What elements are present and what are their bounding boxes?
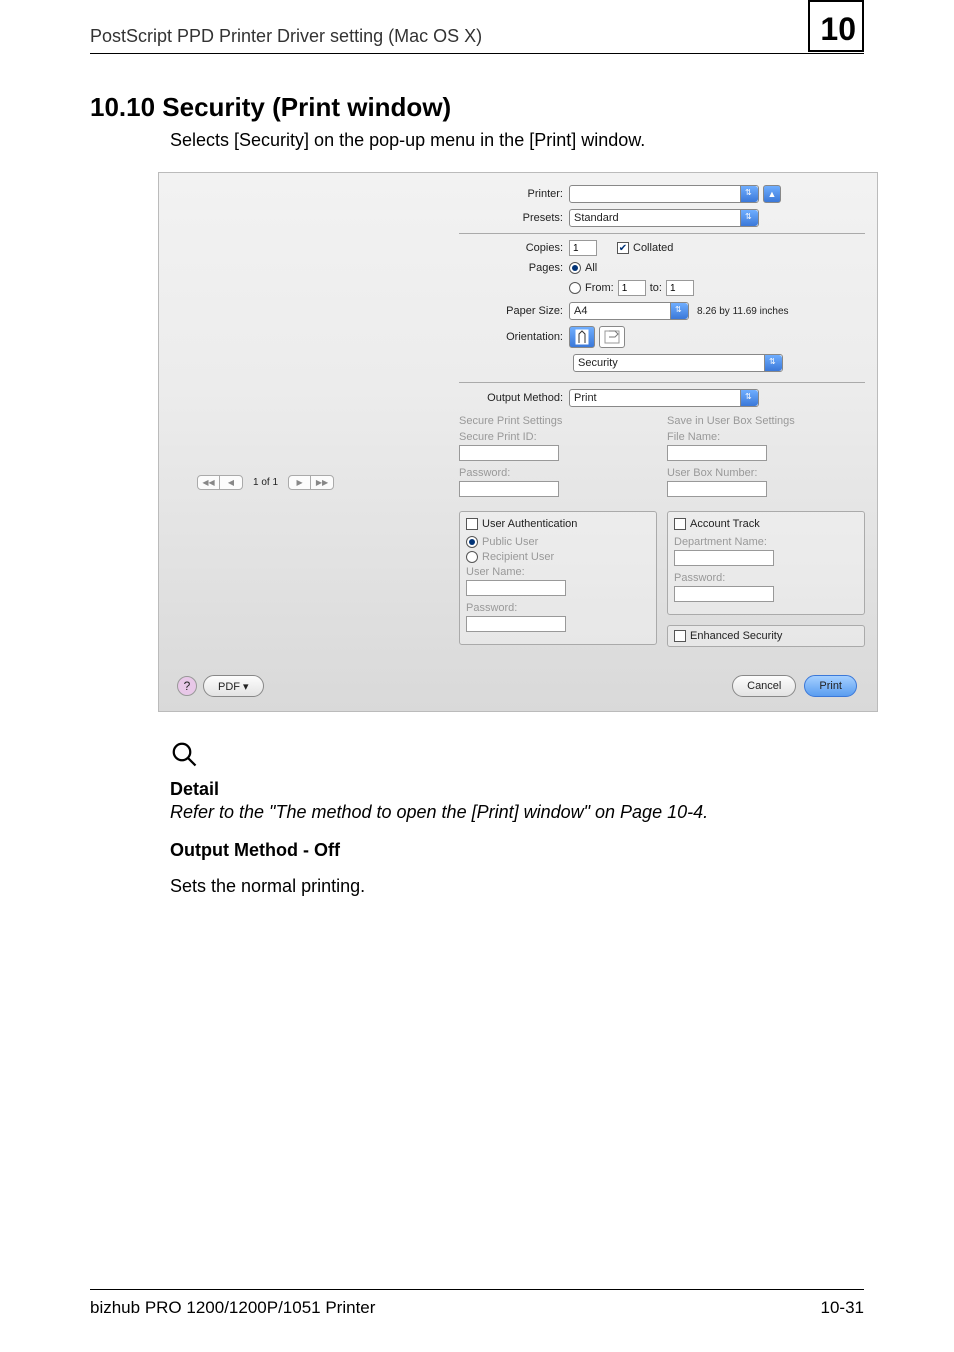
print-dialog-screenshot: ◀◀◀ 1 of 1 ▶▶▶ Printer: ▲ Presets: Stand… bbox=[158, 172, 878, 712]
account-track-panel: Account Track Department Name: Password: bbox=[667, 511, 865, 615]
user-name-input bbox=[466, 580, 566, 596]
footer-right: 10-31 bbox=[821, 1298, 864, 1318]
pdf-button[interactable]: PDF ▾ bbox=[203, 675, 264, 697]
output-method-value: Print bbox=[574, 392, 597, 404]
orientation-label: Orientation: bbox=[459, 331, 569, 343]
printer-select[interactable] bbox=[569, 185, 759, 203]
pages-label: Pages: bbox=[459, 262, 569, 274]
department-name-label: Department Name: bbox=[674, 536, 767, 548]
account-track-title: Account Track bbox=[690, 518, 760, 530]
copies-input[interactable] bbox=[569, 240, 597, 256]
papersize-label: Paper Size: bbox=[459, 305, 569, 317]
secure-password-label: Password: bbox=[459, 467, 510, 479]
file-name-input bbox=[667, 445, 767, 461]
orientation-portrait-icon[interactable] bbox=[569, 326, 595, 348]
public-user-radio bbox=[466, 536, 478, 548]
magnifier-icon bbox=[170, 757, 200, 774]
user-auth-panel: User Authentication Public User Recipien… bbox=[459, 511, 657, 645]
user-auth-checkbox[interactable] bbox=[466, 518, 478, 530]
account-password-label: Password: bbox=[674, 572, 725, 584]
secure-print-id-label: Secure Print ID: bbox=[459, 431, 537, 443]
next-buttons[interactable]: ▶▶▶ bbox=[288, 475, 334, 490]
subsection-body: Sets the normal printing. bbox=[170, 876, 365, 897]
user-box-number-label: User Box Number: bbox=[667, 467, 757, 479]
pages-from-input[interactable] bbox=[618, 280, 646, 296]
section-heading: 10.10 Security (Print window) bbox=[90, 92, 451, 123]
orientation-landscape-icon[interactable] bbox=[599, 326, 625, 348]
papersize-select[interactable]: A4 bbox=[569, 302, 689, 320]
breadcrumb: PostScript PPD Printer Driver setting (M… bbox=[90, 26, 482, 46]
pages-to-input[interactable] bbox=[666, 280, 694, 296]
enhanced-security-panel: Enhanced Security bbox=[667, 625, 865, 647]
pages-from-label: From: bbox=[585, 282, 614, 294]
department-name-input bbox=[674, 550, 774, 566]
recipient-user-radio bbox=[466, 551, 478, 563]
account-password-input bbox=[674, 586, 774, 602]
secure-print-id-input bbox=[459, 445, 559, 461]
collated-checkbox[interactable]: ✔ bbox=[617, 242, 629, 254]
presets-select[interactable]: Standard bbox=[569, 209, 759, 227]
copies-label: Copies: bbox=[459, 242, 569, 254]
secure-password-input bbox=[459, 481, 559, 497]
user-name-label: User Name: bbox=[466, 566, 525, 578]
cancel-button[interactable]: Cancel bbox=[732, 675, 796, 697]
papersize-dims: 8.26 by 11.69 inches bbox=[697, 306, 789, 317]
save-userbox-title: Save in User Box Settings bbox=[667, 415, 865, 427]
public-user-label: Public User bbox=[482, 536, 538, 548]
subsection-heading: Output Method - Off bbox=[170, 840, 340, 861]
auth-password-input bbox=[466, 616, 566, 632]
help-icon[interactable]: ? bbox=[177, 676, 197, 696]
panel-menu-value: Security bbox=[578, 357, 618, 369]
user-box-number-input bbox=[667, 481, 767, 497]
secure-print-title: Secure Print Settings bbox=[459, 415, 657, 427]
enhanced-security-checkbox[interactable] bbox=[674, 630, 686, 642]
prev-buttons[interactable]: ◀◀◀ bbox=[197, 475, 243, 490]
detail-body: Refer to the "The method to open the [Pr… bbox=[170, 802, 708, 823]
preview-pane: ◀◀◀ 1 of 1 ▶▶▶ bbox=[167, 185, 447, 640]
detail-heading: Detail bbox=[170, 779, 219, 800]
chapter-number: 10 bbox=[820, 11, 856, 48]
print-button[interactable]: Print bbox=[804, 675, 857, 697]
chapter-box: 10 bbox=[808, 0, 864, 52]
pages-from-radio[interactable] bbox=[569, 282, 581, 294]
output-method-label: Output Method: bbox=[459, 392, 569, 404]
pages-all-radio[interactable] bbox=[569, 262, 581, 274]
panel-menu-select[interactable]: Security bbox=[573, 354, 783, 372]
printer-label: Printer: bbox=[459, 188, 569, 200]
file-name-label: File Name: bbox=[667, 431, 720, 443]
preview-nav: ◀◀◀ 1 of 1 ▶▶▶ bbox=[197, 475, 334, 490]
pages-to-label: to: bbox=[650, 282, 662, 294]
user-auth-title: User Authentication bbox=[482, 518, 577, 530]
secure-print-group: Secure Print Settings Secure Print ID: P… bbox=[459, 415, 657, 503]
presets-label: Presets: bbox=[459, 212, 569, 224]
page-indicator: 1 of 1 bbox=[253, 477, 278, 488]
enhanced-security-label: Enhanced Security bbox=[690, 630, 782, 642]
auth-password-label: Password: bbox=[466, 602, 517, 614]
papersize-value: A4 bbox=[574, 305, 587, 317]
pages-all-label: All bbox=[585, 262, 597, 274]
presets-value: Standard bbox=[574, 212, 619, 224]
section-subtitle: Selects [Security] on the pop-up menu in… bbox=[170, 130, 645, 151]
recipient-user-label: Recipient User bbox=[482, 551, 554, 563]
collated-label: Collated bbox=[633, 242, 673, 254]
save-userbox-group: Save in User Box Settings File Name: Use… bbox=[667, 415, 865, 503]
output-method-select[interactable]: Print bbox=[569, 389, 759, 407]
footer-left: bizhub PRO 1200/1200P/1051 Printer bbox=[90, 1298, 375, 1318]
account-track-checkbox[interactable] bbox=[674, 518, 686, 530]
printer-info-button[interactable]: ▲ bbox=[763, 185, 781, 203]
